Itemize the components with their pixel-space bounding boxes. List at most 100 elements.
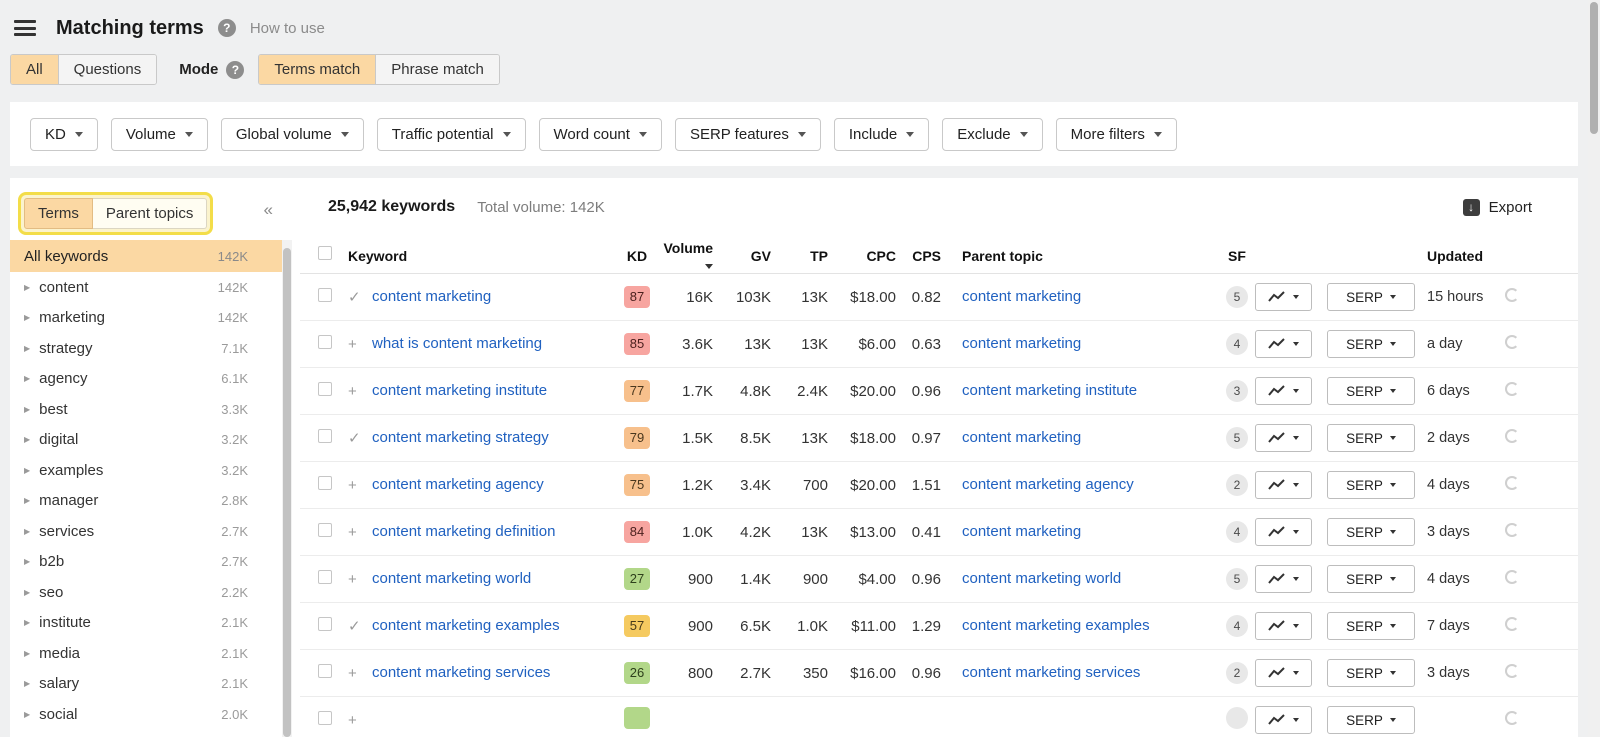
refresh-icon[interactable] (1505, 616, 1519, 631)
filter-more-filters[interactable]: More filters (1055, 118, 1177, 151)
keyword-link[interactable]: content marketing services (372, 664, 550, 681)
expand-icon[interactable]: ▶ (24, 588, 30, 597)
parent-topic-link[interactable]: content marketing (962, 429, 1081, 446)
filter-word-count[interactable]: Word count (538, 118, 662, 151)
serp-button[interactable]: SERP (1327, 424, 1415, 452)
parent-topic-link[interactable]: content marketing agency (962, 476, 1134, 493)
filter-serp-features[interactable]: SERP features (674, 118, 821, 151)
position-history-button[interactable] (1255, 377, 1312, 405)
row-checkbox[interactable] (318, 475, 332, 490)
position-history-button[interactable] (1255, 518, 1312, 546)
keyword-link[interactable]: content marketing definition (372, 523, 555, 540)
sidebar-item-agency[interactable]: ▶ agency 6.1K (10, 364, 282, 395)
serp-button[interactable]: SERP (1327, 471, 1415, 499)
added-check-icon[interactable]: ✓ (348, 617, 372, 635)
keyword-link[interactable]: content marketing (372, 288, 491, 305)
position-history-button[interactable] (1255, 706, 1312, 734)
expand-icon[interactable]: ▶ (24, 435, 30, 444)
keyword-link[interactable]: content marketing examples (372, 617, 560, 634)
how-to-use-link[interactable]: How to use (250, 20, 325, 37)
row-checkbox[interactable] (318, 428, 332, 443)
tab-phrase-match[interactable]: Phrase match (376, 55, 499, 84)
expand-icon[interactable]: ▶ (24, 374, 30, 383)
row-checkbox[interactable] (318, 522, 332, 537)
sidebar-item-best[interactable]: ▶ best 3.3K (10, 394, 282, 425)
sidebar-item-content[interactable]: ▶ content 142K (10, 272, 282, 303)
add-plus-icon[interactable]: + (348, 571, 372, 588)
parent-topic-link[interactable]: content marketing (962, 523, 1081, 540)
added-check-icon[interactable]: ✓ (348, 288, 372, 306)
serp-button[interactable]: SERP (1327, 659, 1415, 687)
keyword-link[interactable]: what is content marketing (372, 335, 542, 352)
keyword-link[interactable]: content marketing world (372, 570, 531, 587)
sidebar-item-manager[interactable]: ▶ manager 2.8K (10, 486, 282, 517)
add-plus-icon[interactable]: + (348, 665, 372, 682)
serp-button[interactable]: SERP (1327, 612, 1415, 640)
sidebar-item-marketing[interactable]: ▶ marketing 142K (10, 303, 282, 334)
row-checkbox[interactable] (318, 381, 332, 396)
parent-topic-link[interactable]: content marketing institute (962, 382, 1137, 399)
parent-topic-link[interactable]: content marketing (962, 335, 1081, 352)
refresh-icon[interactable] (1505, 569, 1519, 584)
keyword-link[interactable]: content marketing institute (372, 382, 547, 399)
expand-icon[interactable]: ▶ (24, 527, 30, 536)
expand-icon[interactable]: ▶ (24, 710, 30, 719)
sidebar-item-seo[interactable]: ▶ seo 2.2K (10, 577, 282, 608)
select-all-checkbox[interactable] (318, 246, 332, 260)
refresh-icon[interactable] (1505, 522, 1519, 537)
filter-global-volume[interactable]: Global volume (220, 118, 364, 151)
add-plus-icon[interactable]: + (348, 477, 372, 494)
refresh-icon[interactable] (1505, 334, 1519, 349)
expand-icon[interactable]: ▶ (24, 496, 30, 505)
filter-traffic-potential[interactable]: Traffic potential (376, 118, 526, 151)
keyword-link[interactable]: content marketing strategy (372, 429, 549, 446)
row-checkbox[interactable] (318, 616, 332, 631)
row-checkbox[interactable] (318, 334, 332, 349)
serp-button[interactable]: SERP (1327, 283, 1415, 311)
serp-button[interactable]: SERP (1327, 706, 1415, 734)
expand-icon[interactable]: ▶ (24, 557, 30, 566)
expand-icon[interactable]: ▶ (24, 649, 30, 658)
sidebar-item-services[interactable]: ▶ services 2.7K (10, 516, 282, 547)
expand-icon[interactable]: ▶ (24, 405, 30, 414)
filter-kd[interactable]: KD (30, 118, 98, 151)
sidebar-item-social[interactable]: ▶ social 2.0K (10, 699, 282, 730)
sidebar-item-digital[interactable]: ▶ digital 3.2K (10, 425, 282, 456)
sidebar-item-salary[interactable]: ▶ salary 2.1K (10, 669, 282, 700)
keyword-link[interactable]: content marketing agency (372, 476, 544, 493)
parent-topic-link[interactable]: content marketing (962, 288, 1081, 305)
expand-icon[interactable]: ▶ (24, 618, 30, 627)
row-checkbox[interactable] (318, 287, 332, 302)
expand-icon[interactable]: ▶ (24, 466, 30, 475)
position-history-button[interactable] (1255, 283, 1312, 311)
filter-volume[interactable]: Volume (110, 118, 208, 151)
filter-exclude[interactable]: Exclude (942, 118, 1043, 151)
sidebar-item-b2b[interactable]: ▶ b2b 2.7K (10, 547, 282, 578)
sidebar-item-all-keywords[interactable]: All keywords 142K (10, 240, 282, 272)
row-checkbox[interactable] (318, 569, 332, 584)
expand-icon[interactable]: ▶ (24, 283, 30, 292)
parent-topic-link[interactable]: content marketing examples (962, 617, 1150, 634)
sidebar-tab-parent-topics[interactable]: Parent topics (92, 198, 208, 229)
expand-icon[interactable]: ▶ (24, 679, 30, 688)
refresh-icon[interactable] (1505, 287, 1519, 302)
added-check-icon[interactable]: ✓ (348, 429, 372, 447)
serp-button[interactable]: SERP (1327, 377, 1415, 405)
add-plus-icon[interactable]: + (348, 524, 372, 541)
parent-topic-link[interactable]: content marketing services (962, 664, 1140, 681)
serp-button[interactable]: SERP (1327, 565, 1415, 593)
menu-icon[interactable] (14, 20, 36, 36)
mode-help-icon[interactable]: ? (226, 60, 245, 79)
tab-all[interactable]: All (11, 55, 59, 84)
position-history-button[interactable] (1255, 565, 1312, 593)
filter-include[interactable]: Include (833, 118, 930, 151)
serp-button[interactable]: SERP (1327, 518, 1415, 546)
sidebar-item-media[interactable]: ▶ media 2.1K (10, 638, 282, 669)
row-checkbox[interactable] (318, 663, 332, 678)
position-history-button[interactable] (1255, 612, 1312, 640)
position-history-button[interactable] (1255, 330, 1312, 358)
sidebar-scrollbar[interactable] (282, 240, 292, 737)
expand-icon[interactable]: ▶ (24, 344, 30, 353)
page-scrollbar[interactable] (1588, 0, 1600, 737)
add-plus-icon[interactable]: + (348, 336, 372, 353)
